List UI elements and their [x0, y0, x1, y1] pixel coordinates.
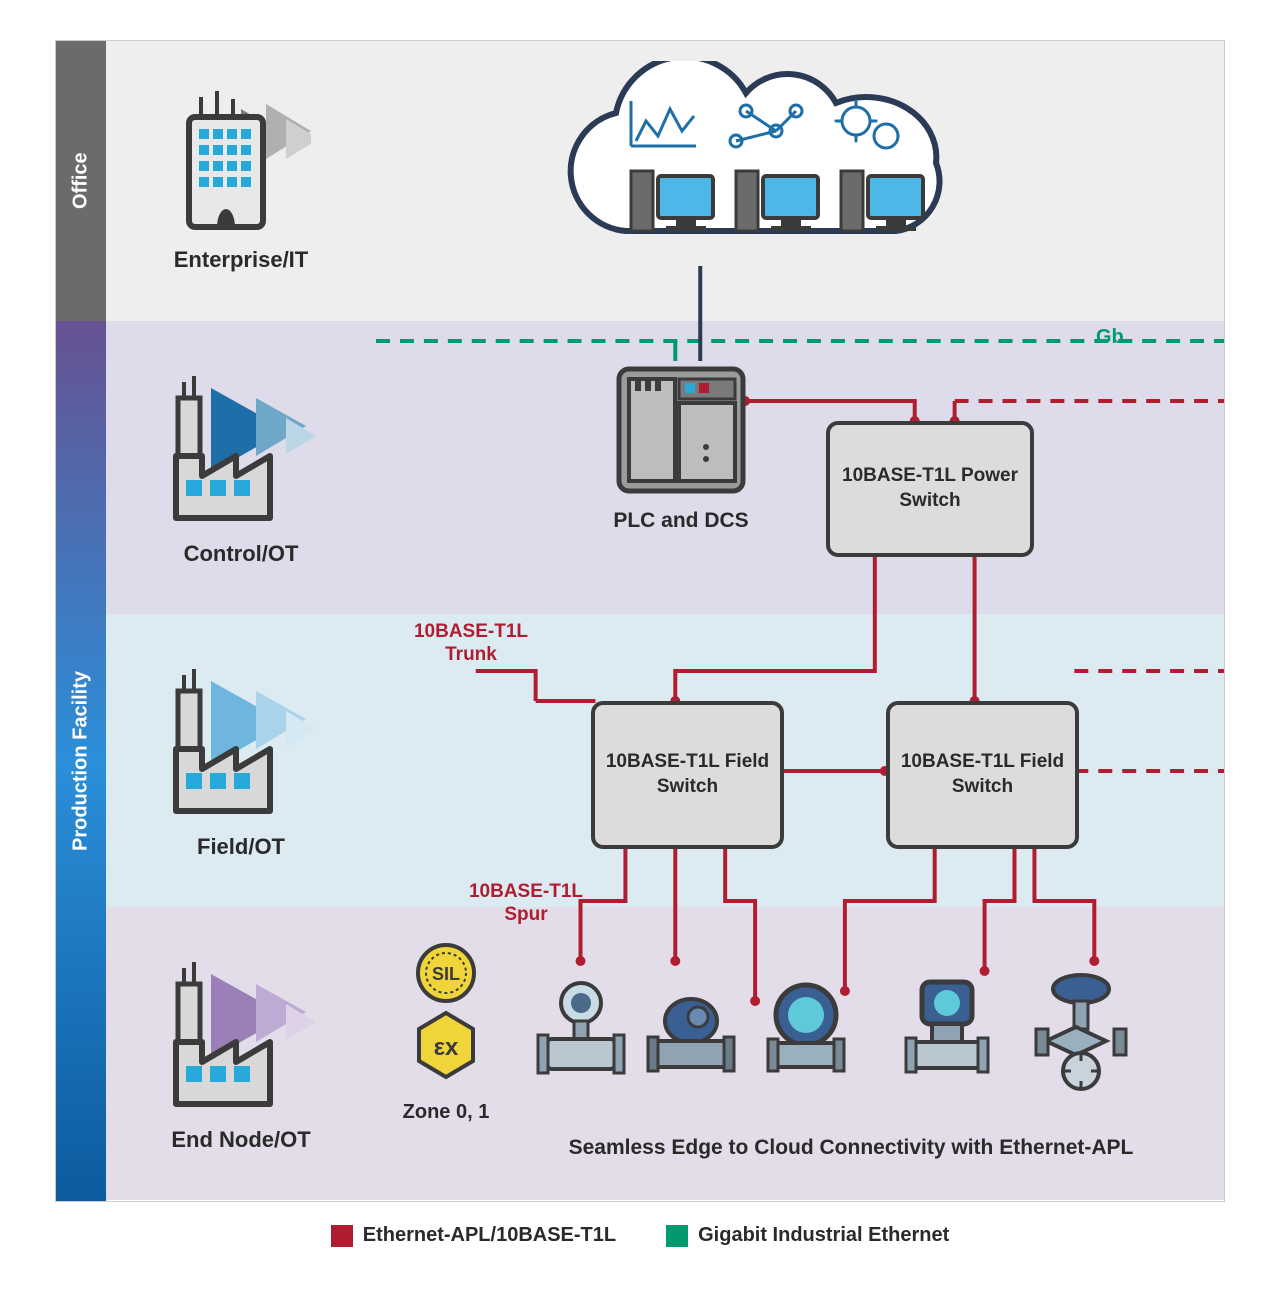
- row-end: End Node/OT: [106, 907, 1224, 1200]
- row-control: Control/OT: [106, 321, 1224, 614]
- icon-end: End Node/OT: [106, 907, 376, 1200]
- row-office: Enterprise/IT: [106, 41, 1224, 321]
- legend-apl: Ethernet-APL/10BASE-T1L: [331, 1224, 616, 1247]
- content-control: [376, 321, 1224, 614]
- label-control: Control/OT: [184, 541, 299, 567]
- content-end: [376, 907, 1224, 1200]
- icon-enterprise: Enterprise/IT: [106, 41, 376, 321]
- factory-icon-blue: [156, 368, 326, 533]
- icon-field: Field/OT: [106, 614, 376, 907]
- building-icon: [171, 89, 311, 239]
- sidebar-office: Office: [56, 41, 106, 321]
- label-field: Field/OT: [197, 834, 285, 860]
- legend-gbe: Gigabit Industrial Ethernet: [666, 1224, 949, 1247]
- legend-gbe-label: Gigabit Industrial Ethernet: [698, 1224, 949, 1247]
- factory-icon-purple: [156, 954, 326, 1119]
- swatch-green: [666, 1225, 688, 1247]
- factory-icon-lightblue: [156, 661, 326, 826]
- label-enterprise: Enterprise/IT: [174, 247, 308, 273]
- icon-control: Control/OT: [106, 321, 376, 614]
- row-field: Field/OT: [106, 614, 1224, 907]
- label-end: End Node/OT: [171, 1127, 310, 1153]
- content-office: [376, 41, 1224, 321]
- swatch-red: [331, 1225, 353, 1247]
- grid: Enterprise/IT Control/OT: [106, 41, 1224, 1201]
- diagram-frame: Office Production Facility Enterp: [55, 40, 1225, 1202]
- apl-architecture-diagram: Office Production Facility Enterp: [55, 40, 1225, 1247]
- sidebar-production: Production Facility: [56, 321, 106, 1201]
- left-sidebar: Office Production Facility: [56, 41, 106, 1201]
- content-field: [376, 614, 1224, 907]
- legend-apl-label: Ethernet-APL/10BASE-T1L: [363, 1224, 616, 1247]
- legend: Ethernet-APL/10BASE-T1L Gigabit Industri…: [55, 1224, 1225, 1247]
